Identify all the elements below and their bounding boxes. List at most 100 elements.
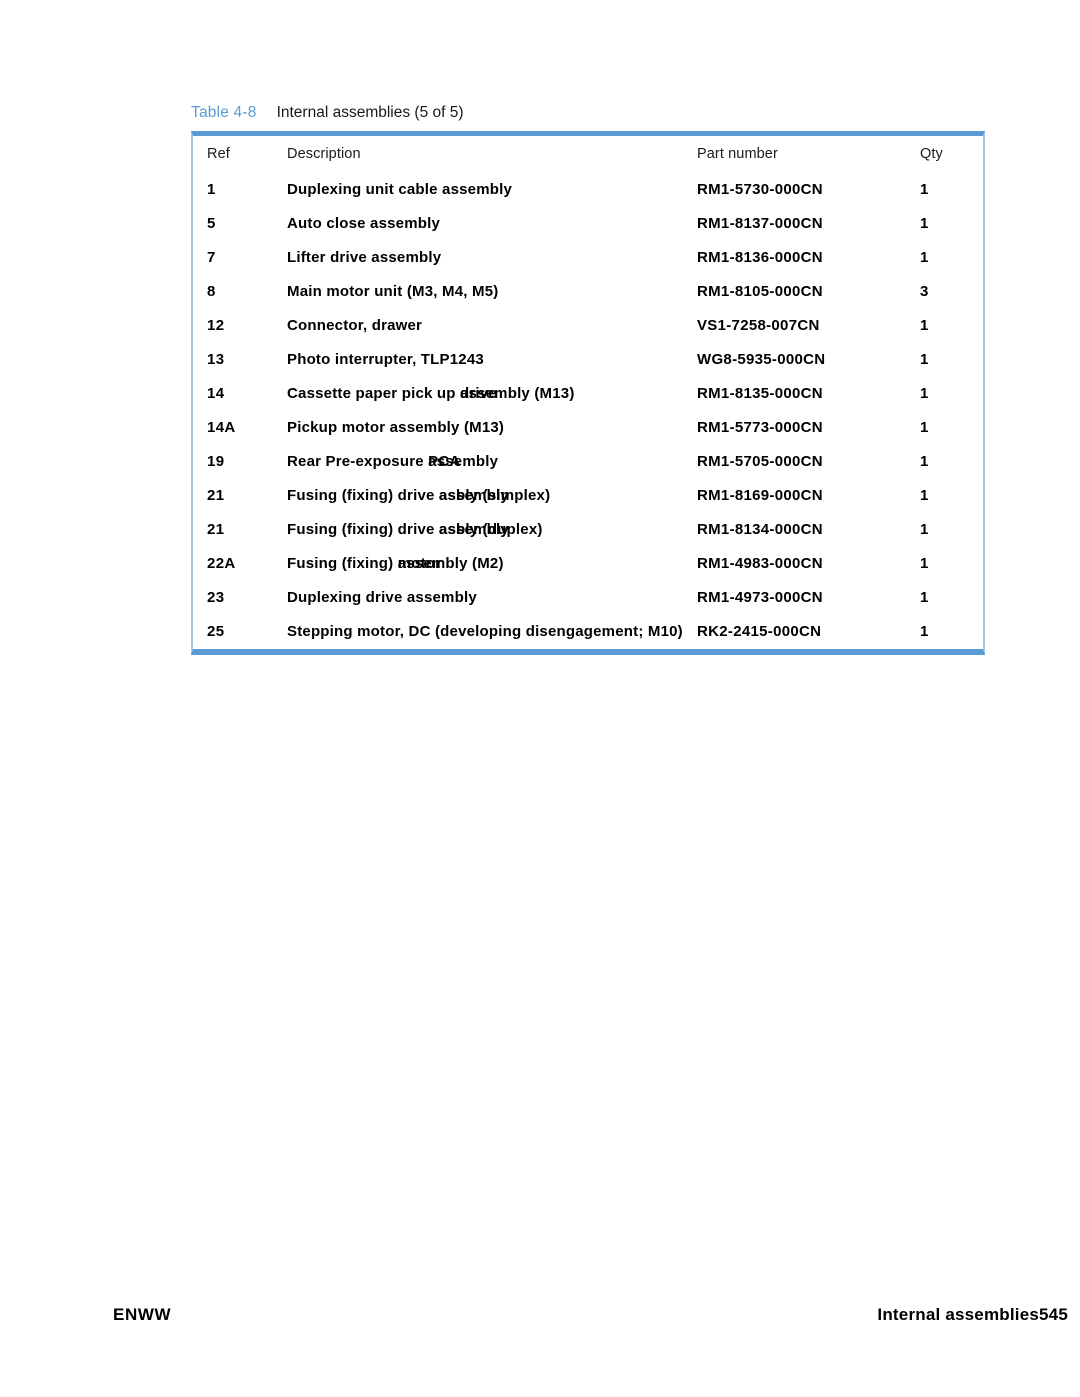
table-caption-label: Table 4-8 bbox=[191, 104, 257, 121]
cell-description: Rear Pre-exposure assemblyPCAassembly bbox=[283, 445, 693, 479]
cell-ref: 14A bbox=[207, 419, 236, 436]
description-overlapped-text: asblyassemblyasbly bbox=[438, 487, 509, 504]
table-header-row: Ref Description Part number Qty bbox=[193, 136, 983, 173]
cell-description: Lifter drive assembly bbox=[287, 249, 442, 266]
cell-qty: 1 bbox=[920, 555, 929, 572]
table-row: 8 Main motor unit (M3, M4, M5) RM1-8105-00… bbox=[193, 275, 983, 309]
description-overlapped-text: assemblymotorassembly bbox=[398, 555, 468, 572]
column-header-ref: Ref bbox=[207, 146, 230, 162]
footer-page-number: 545 bbox=[1039, 1305, 1068, 1324]
description-suffix: (M13) bbox=[529, 385, 575, 402]
cell-description: Duplexing unit cable assembly bbox=[287, 181, 513, 198]
cell-part-number: RM1-4983-000CN bbox=[697, 555, 823, 572]
description-prefix: Fusing (fixing) drive bbox=[287, 487, 439, 504]
table-header: Ref Description Part number Qty bbox=[193, 136, 983, 173]
cell-part-number: RM1-8169-000CN bbox=[697, 487, 823, 504]
cell-ref: 14 bbox=[207, 385, 225, 402]
description-overlapped-text: assemblyPCAassembly bbox=[428, 453, 498, 470]
cell-qty: 3 bbox=[920, 283, 929, 300]
table-row: 7 Lifter drive assembly RM1-8136-000CN 1 bbox=[193, 241, 983, 275]
table-caption-text: Internal assemblies (5 of 5) bbox=[276, 104, 464, 121]
cell-part-number: RM1-5730-000CN bbox=[697, 181, 823, 198]
cell-qty: 1 bbox=[920, 419, 929, 436]
table-row: 1 Duplexing unit cable assembly RM1-5730-0… bbox=[193, 173, 983, 207]
cell-part-number: RM1-5773-000CN bbox=[697, 419, 823, 436]
cell-description: Main motor unit (M3, M4, M5) bbox=[287, 283, 499, 300]
cell-ref: 25 bbox=[207, 623, 225, 640]
table-row: 14 Cassette paper pick up assemblydriveas… bbox=[193, 377, 983, 411]
footer-enww-label: ENWW bbox=[113, 1305, 172, 1324]
cell-ref: 5 bbox=[207, 215, 216, 232]
description-overlap-layer-b: assembly bbox=[460, 385, 530, 402]
table-row: 12 Connector, drawer VS1-7258-007CN 1 bbox=[193, 309, 983, 343]
table-row: 13 Photo interrupter, TLP1243 WG8-5935-000… bbox=[193, 343, 983, 377]
table-row: 21 Fusing (fixing) drive asblyassemblyasb… bbox=[193, 513, 983, 547]
description-overlap-layer-b: asbly bbox=[438, 487, 479, 504]
table-row: 14A Pickup motor assembly (M13) RM1-5773-0… bbox=[193, 411, 983, 445]
cell-description: Duplexing drive assembly bbox=[287, 589, 477, 606]
cell-ref: 23 bbox=[207, 589, 225, 606]
description-prefix: Fusing (fixing) bbox=[287, 555, 398, 572]
cell-qty: 1 bbox=[920, 453, 929, 470]
footer-section-title: Internal assemblies bbox=[877, 1305, 1040, 1324]
description-prefix: Rear Pre-exposure bbox=[287, 453, 429, 470]
cell-qty: 1 bbox=[920, 623, 929, 640]
description-prefix: Fusing (fixing) drive bbox=[287, 521, 439, 538]
description-overlapped-text: assemblydriveassembly bbox=[460, 385, 530, 402]
description-prefix: Cassette paper pick up bbox=[287, 385, 460, 402]
description-overlapped-text: asblyassemblyasbly bbox=[438, 521, 509, 538]
document-page: Table 4-8 Internal assemblies (5 of 5) Re… bbox=[0, 0, 1080, 1397]
cell-qty: 1 bbox=[920, 317, 929, 334]
description-overlap-layer-b: asbly bbox=[438, 521, 479, 538]
cell-ref: 8 bbox=[207, 283, 216, 300]
cell-ref: 1 bbox=[207, 181, 216, 198]
cell-qty: 1 bbox=[920, 589, 929, 606]
parts-table: Ref Description Part number Qty 1 Duplexi… bbox=[193, 136, 983, 649]
cell-description: Fusing (fixing) drive asblyassemblyasbly… bbox=[283, 513, 693, 547]
column-header-description: Description bbox=[287, 146, 361, 162]
cell-ref: 7 bbox=[207, 249, 216, 266]
cell-qty: 1 bbox=[920, 385, 929, 402]
cell-ref: 21 bbox=[207, 521, 225, 538]
cell-part-number: RM1-8135-000CN bbox=[697, 385, 823, 402]
cell-qty: 1 bbox=[920, 487, 929, 504]
cell-part-number: RM1-4973-000CN bbox=[697, 589, 823, 606]
cell-description: Photo interrupter, TLP1243 bbox=[287, 351, 484, 368]
cell-part-number: RK2-2415-000CN bbox=[697, 623, 822, 640]
table-row: 22A Fusing (fixing) assemblymotorassembly… bbox=[193, 547, 983, 581]
cell-part-number: WG8-5935-000CN bbox=[697, 351, 826, 368]
cell-ref: 21 bbox=[207, 487, 225, 504]
table-row: 21 Fusing (fixing) drive asblyassemblyasb… bbox=[193, 479, 983, 513]
cell-qty: 1 bbox=[920, 249, 929, 266]
footer-section-and-page: Internal assemblies545545 bbox=[877, 1305, 1068, 1325]
description-overlap-layer-b: assembly bbox=[428, 453, 499, 470]
column-header-part-number: Part number bbox=[697, 146, 778, 162]
cell-qty: 1 bbox=[920, 215, 929, 232]
cell-description: Cassette paper pick up assemblydriveasse… bbox=[283, 377, 693, 411]
parts-table-frame: Ref Description Part number Qty 1 Duplexi… bbox=[191, 131, 985, 655]
cell-description: Fusing (fixing) drive asblyassemblyasbly… bbox=[283, 479, 693, 513]
cell-description: Auto close assembly bbox=[287, 215, 441, 232]
cell-ref: 22A bbox=[207, 555, 236, 572]
cell-ref: 12 bbox=[207, 317, 225, 334]
cell-part-number: RM1-8136-000CN bbox=[697, 249, 823, 266]
description-overlap-layer-b: assembly bbox=[397, 555, 468, 572]
table-row: 19Rear Pre-exposure assemblyPCAassemblyR… bbox=[193, 445, 983, 479]
cell-qty: 1 bbox=[920, 181, 929, 198]
cell-description: Pickup motor assembly (M13) bbox=[287, 419, 505, 436]
table-row: 23 Duplexing drive assembly RM1-4973-000CN… bbox=[193, 581, 983, 615]
footer-page-number-overlap: 545545 bbox=[1039, 1305, 1068, 1325]
table-caption: Table 4-8 Internal assemblies (5 of 5) bbox=[191, 103, 464, 123]
column-header-qty: Qty bbox=[920, 146, 943, 162]
cell-part-number: RM1-8137-000CN bbox=[697, 215, 823, 232]
cell-ref: 19 bbox=[207, 453, 225, 470]
table-row: 25 Stepping motor, DC (developing disenga… bbox=[193, 615, 983, 649]
cell-qty: 1 bbox=[920, 521, 929, 538]
cell-description: Stepping motor, DC (developing disengage… bbox=[287, 623, 683, 640]
cell-qty: 1 bbox=[920, 351, 929, 368]
cell-part-number: RM1-8134-000CN bbox=[697, 521, 823, 538]
table-body: 1 Duplexing unit cable assembly RM1-5730-0… bbox=[193, 173, 983, 649]
description-suffix: (M2) bbox=[467, 555, 504, 572]
cell-ref: 13 bbox=[207, 351, 225, 368]
cell-part-number: RM1-5705-000CN bbox=[697, 453, 823, 470]
